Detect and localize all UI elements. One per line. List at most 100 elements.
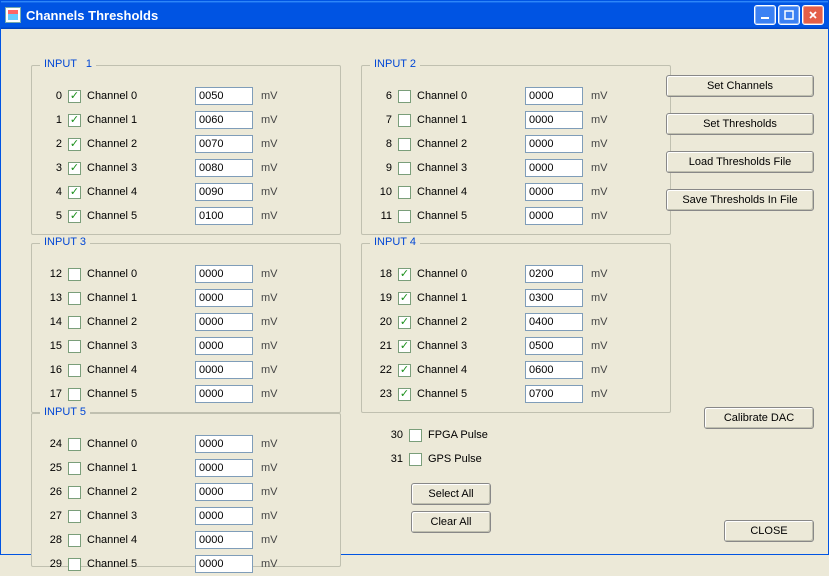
- unit-label: mV: [261, 364, 278, 376]
- channel-checkbox[interactable]: [68, 534, 81, 547]
- save-thresholds-button[interactable]: Save Thresholds In File: [666, 189, 814, 211]
- threshold-input[interactable]: [195, 435, 253, 453]
- channel-checkbox[interactable]: [398, 90, 411, 103]
- load-thresholds-button[interactable]: Load Thresholds File: [666, 151, 814, 173]
- channel-checkbox[interactable]: [398, 138, 411, 151]
- threshold-input[interactable]: [195, 207, 253, 225]
- calibrate-dac-button[interactable]: Calibrate DAC: [704, 407, 814, 429]
- unit-label: mV: [591, 364, 608, 376]
- channel-label: Channel 1: [87, 292, 157, 304]
- channel-checkbox[interactable]: [398, 114, 411, 127]
- unit-label: mV: [261, 292, 278, 304]
- row-index: 25: [40, 462, 62, 474]
- group-legend: INPUT 1: [40, 58, 96, 70]
- channel-label: Channel 1: [87, 462, 157, 474]
- threshold-input[interactable]: [525, 313, 583, 331]
- threshold-input[interactable]: [195, 135, 253, 153]
- channel-row: 27Channel 3mV: [40, 504, 332, 528]
- channel-row: 18✓Channel 0mV: [370, 262, 662, 286]
- threshold-input[interactable]: [525, 361, 583, 379]
- channel-label: Channel 4: [87, 364, 157, 376]
- set-thresholds-button[interactable]: Set Thresholds: [666, 113, 814, 135]
- channel-checkbox[interactable]: ✓: [398, 292, 411, 305]
- group-input-4: INPUT 4 18✓Channel 0mV19✓Channel 1mV20✓C…: [361, 243, 671, 413]
- channel-checkbox[interactable]: [68, 364, 81, 377]
- threshold-input[interactable]: [195, 111, 253, 129]
- threshold-input[interactable]: [525, 207, 583, 225]
- group-input-2: INPUT 2 6Channel 0mV7Channel 1mV8Channel…: [361, 65, 671, 235]
- row-index: 11: [370, 210, 392, 222]
- channel-checkbox[interactable]: ✓: [398, 388, 411, 401]
- channel-checkbox[interactable]: ✓: [398, 316, 411, 329]
- channel-checkbox[interactable]: ✓: [68, 90, 81, 103]
- threshold-input[interactable]: [195, 87, 253, 105]
- threshold-input[interactable]: [525, 265, 583, 283]
- channel-checkbox[interactable]: ✓: [398, 268, 411, 281]
- threshold-input[interactable]: [525, 87, 583, 105]
- close-window-button[interactable]: [802, 5, 824, 25]
- channel-label: Channel 3: [417, 340, 487, 352]
- channel-checkbox[interactable]: [68, 340, 81, 353]
- threshold-input[interactable]: [525, 337, 583, 355]
- channel-checkbox[interactable]: [68, 486, 81, 499]
- threshold-input[interactable]: [195, 159, 253, 177]
- channel-checkbox[interactable]: ✓: [68, 186, 81, 199]
- channel-label: Channel 2: [417, 316, 487, 328]
- channel-checkbox[interactable]: ✓: [398, 364, 411, 377]
- channel-checkbox[interactable]: [68, 462, 81, 475]
- channel-checkbox[interactable]: [398, 162, 411, 175]
- unit-label: mV: [591, 138, 608, 150]
- row-index: 4: [40, 186, 62, 198]
- row-index: 28: [40, 534, 62, 546]
- threshold-input[interactable]: [195, 531, 253, 549]
- channel-checkbox[interactable]: ✓: [68, 138, 81, 151]
- row-index: 14: [40, 316, 62, 328]
- minimize-button[interactable]: [754, 5, 776, 25]
- channel-checkbox[interactable]: [68, 510, 81, 523]
- set-channels-button[interactable]: Set Channels: [666, 75, 814, 97]
- threshold-input[interactable]: [525, 385, 583, 403]
- threshold-input[interactable]: [195, 385, 253, 403]
- channel-checkbox[interactable]: [68, 438, 81, 451]
- maximize-button[interactable]: [778, 5, 800, 25]
- threshold-input[interactable]: [525, 159, 583, 177]
- threshold-input[interactable]: [525, 289, 583, 307]
- client-area: INPUT 1 0✓Channel 0mV1✓Channel 1mV2✓Chan…: [1, 29, 828, 554]
- gps-pulse-checkbox[interactable]: [409, 453, 422, 466]
- threshold-input[interactable]: [195, 265, 253, 283]
- channel-checkbox[interactable]: ✓: [68, 114, 81, 127]
- channel-checkbox[interactable]: ✓: [68, 162, 81, 175]
- channel-label: Channel 5: [417, 210, 487, 222]
- threshold-input[interactable]: [195, 459, 253, 477]
- group-legend: INPUT 4: [370, 236, 420, 248]
- threshold-input[interactable]: [195, 313, 253, 331]
- threshold-input[interactable]: [525, 183, 583, 201]
- threshold-input[interactable]: [195, 555, 253, 573]
- threshold-input[interactable]: [195, 507, 253, 525]
- channel-checkbox[interactable]: ✓: [68, 210, 81, 223]
- fpga-pulse-checkbox[interactable]: [409, 429, 422, 442]
- channel-row: 21✓Channel 3mV: [370, 334, 662, 358]
- threshold-input[interactable]: [525, 111, 583, 129]
- clear-all-button[interactable]: Clear All: [411, 511, 491, 533]
- channel-checkbox[interactable]: [68, 268, 81, 281]
- threshold-input[interactable]: [195, 289, 253, 307]
- unit-label: mV: [261, 186, 278, 198]
- threshold-input[interactable]: [525, 135, 583, 153]
- select-all-button[interactable]: Select All: [411, 483, 491, 505]
- fpga-pulse-row: 30 FPGA Pulse: [381, 423, 518, 447]
- channel-checkbox[interactable]: [398, 210, 411, 223]
- threshold-input[interactable]: [195, 483, 253, 501]
- channel-checkbox[interactable]: [68, 558, 81, 571]
- channel-checkbox[interactable]: [68, 316, 81, 329]
- fpga-pulse-label: FPGA Pulse: [428, 429, 518, 441]
- threshold-input[interactable]: [195, 361, 253, 379]
- unit-label: mV: [591, 340, 608, 352]
- threshold-input[interactable]: [195, 183, 253, 201]
- threshold-input[interactable]: [195, 337, 253, 355]
- channel-checkbox[interactable]: [398, 186, 411, 199]
- close-button[interactable]: CLOSE: [724, 520, 814, 542]
- channel-checkbox[interactable]: ✓: [398, 340, 411, 353]
- channel-checkbox[interactable]: [68, 292, 81, 305]
- channel-checkbox[interactable]: [68, 388, 81, 401]
